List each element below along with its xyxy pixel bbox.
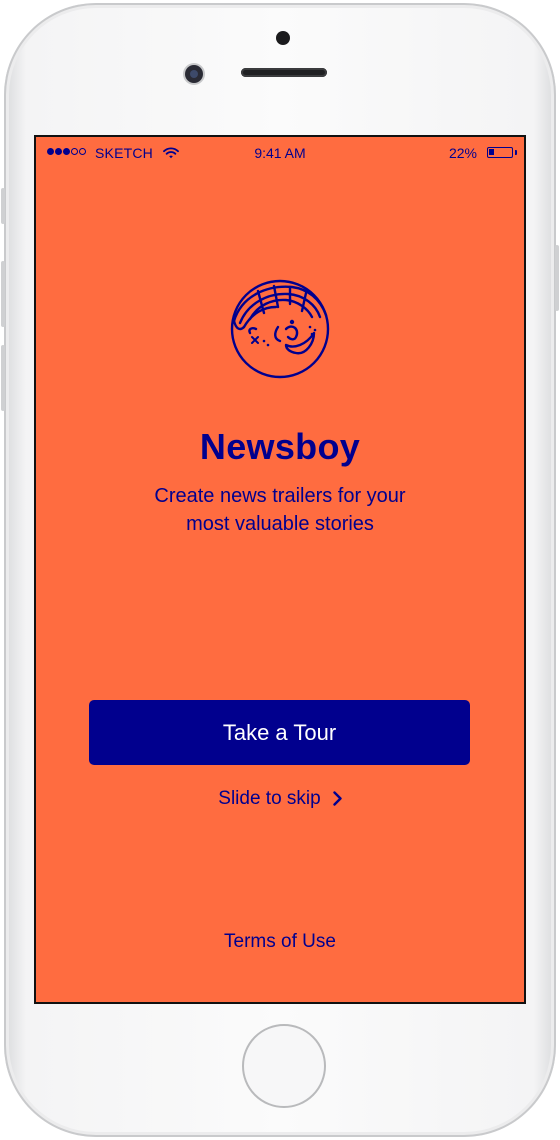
- slide-to-skip[interactable]: Slide to skip: [36, 788, 524, 812]
- power-button: [555, 245, 559, 311]
- front-camera: [185, 65, 203, 83]
- terms-of-use-link[interactable]: Terms of Use: [36, 931, 524, 953]
- battery-percent: 22%: [448, 145, 477, 161]
- take-a-tour-label: Take a Tour: [222, 719, 337, 745]
- app-subtitle-line-1: Create news trailers for your: [154, 485, 406, 507]
- battery-level-fill: [489, 149, 494, 155]
- volume-down-button: [1, 345, 5, 411]
- volume-up-button: [1, 261, 5, 327]
- home-button[interactable]: [242, 1024, 326, 1108]
- app-subtitle: Create news trailers for your most valua…: [36, 482, 524, 538]
- slide-to-skip-label: Slide to skip: [218, 788, 321, 809]
- proximity-sensor: [276, 31, 290, 45]
- app-subtitle-line-2: most valuable stories: [186, 513, 374, 535]
- take-a-tour-button[interactable]: Take a Tour: [89, 700, 470, 765]
- mute-switch: [1, 188, 5, 224]
- battery-tip: [515, 150, 517, 155]
- app-screen: SKETCH 9:41 AM 22% Newsboy Create news t…: [34, 135, 526, 1004]
- app-title: Newsboy: [199, 426, 361, 467]
- newsboy-face-icon: [228, 277, 332, 386]
- battery-icon: [487, 147, 513, 158]
- chevron-right-icon: [333, 790, 342, 812]
- status-bar: SKETCH 9:41 AM 22%: [36, 137, 524, 169]
- earpiece-speaker: [241, 68, 327, 77]
